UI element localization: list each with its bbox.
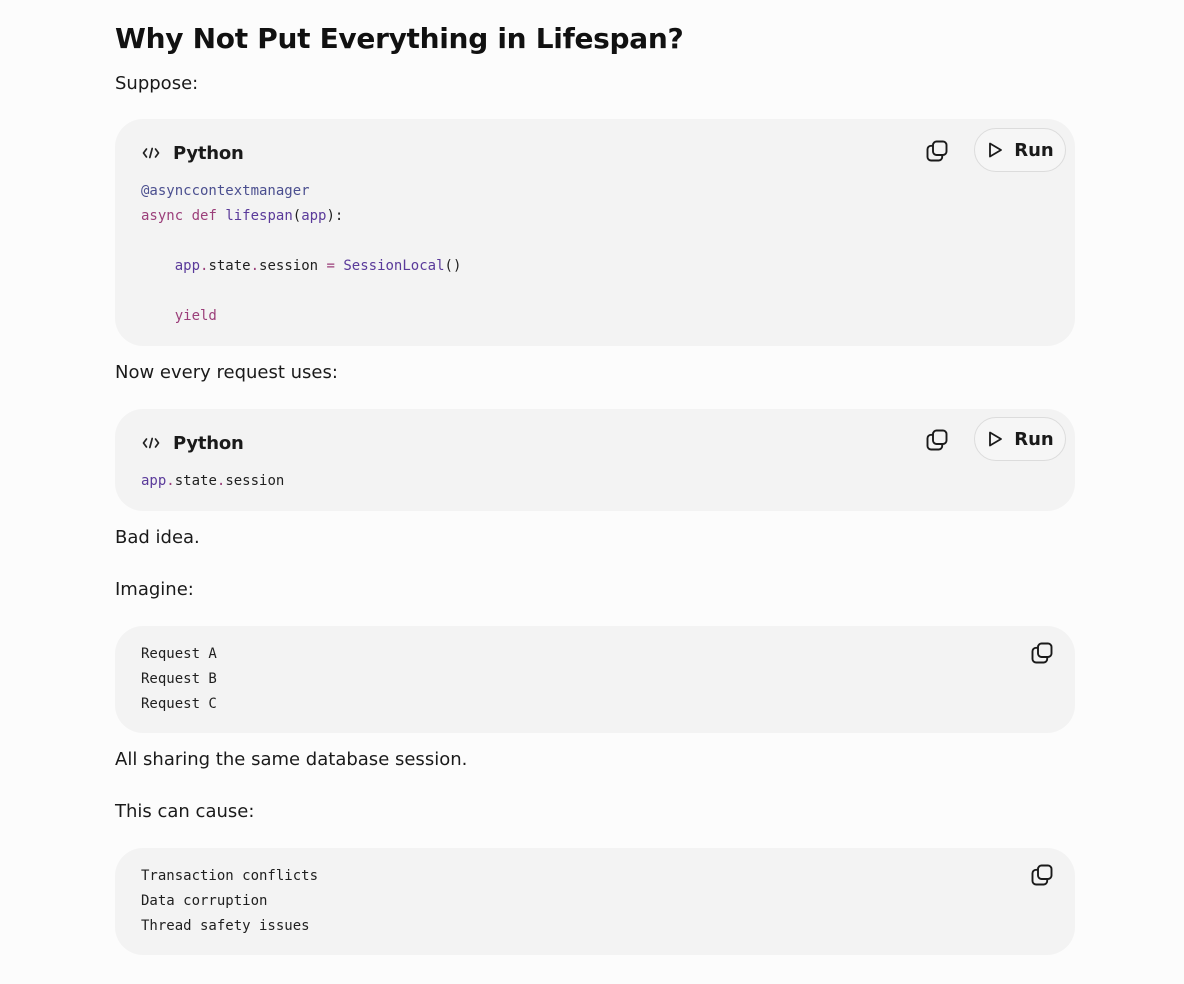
code-line: Thread safety issues [141, 918, 310, 934]
run-label: Run [1014, 428, 1054, 450]
code-block-app-state: Python Run app.state.session [115, 409, 1075, 511]
code-text: app.state.session [141, 469, 284, 494]
code-token: yield [174, 308, 217, 324]
code-token: async [141, 208, 184, 224]
code-line: Request B [141, 671, 217, 687]
code-language-label: Python [173, 142, 244, 164]
section-heading: Why Not Put Everything in Lifespan? [115, 22, 684, 55]
paragraph-all-sharing: All sharing the same database session. [115, 749, 468, 770]
code-token: lifespan [225, 208, 293, 224]
code-line: Data corruption [141, 893, 268, 909]
copy-button[interactable] [922, 425, 952, 455]
code-token: app [141, 473, 167, 489]
code-token: ): [326, 208, 344, 224]
code-token: state [208, 258, 251, 274]
code-token: ( [292, 208, 302, 224]
paragraph-bad-idea: Bad idea. [115, 527, 200, 548]
code-icon [141, 433, 161, 453]
code-token: state [174, 473, 217, 489]
code-block-requests: Request A Request B Request C [115, 626, 1075, 733]
paragraph-imagine: Imagine: [115, 579, 194, 600]
code-line: Request A [141, 646, 217, 662]
code-token: app [301, 208, 327, 224]
copy-icon [926, 429, 948, 451]
copy-icon [926, 140, 948, 162]
code-token: . [166, 473, 175, 489]
code-text: Transaction conflicts Data corruption Th… [141, 864, 318, 939]
paragraph-suppose: Suppose: [115, 73, 199, 94]
code-block-lifespan: Python Run @asynccontextmanager async de… [115, 119, 1075, 346]
code-icon [141, 143, 161, 163]
code-block-header: Python [141, 431, 244, 455]
code-token: session [259, 258, 319, 274]
code-token: () [444, 258, 462, 274]
code-text: @asynccontextmanager async def lifespan(… [141, 179, 461, 329]
copy-button[interactable] [1027, 860, 1057, 890]
code-block-header: Python [141, 141, 244, 165]
copy-button[interactable] [1027, 638, 1057, 668]
code-token: . [250, 258, 260, 274]
code-line: Transaction conflicts [141, 868, 319, 884]
code-token: def [191, 208, 217, 224]
code-token: = [318, 258, 344, 274]
copy-button[interactable] [922, 136, 952, 166]
run-button[interactable]: Run [974, 417, 1066, 461]
run-button[interactable]: Run [974, 128, 1066, 172]
code-token: session [225, 473, 285, 489]
code-line: Request C [141, 696, 217, 712]
code-language-label: Python [173, 432, 244, 454]
copy-icon [1031, 642, 1053, 664]
code-token: SessionLocal [343, 258, 445, 274]
code-token: @asynccontextmanager [141, 183, 310, 199]
play-icon [986, 430, 1004, 448]
copy-icon [1031, 864, 1053, 886]
play-icon [986, 141, 1004, 159]
code-token: app [174, 258, 201, 274]
code-text: Request A Request B Request C [141, 642, 217, 717]
code-block-issues: Transaction conflicts Data corruption Th… [115, 848, 1075, 955]
run-label: Run [1014, 139, 1054, 161]
paragraph-now-every-request: Now every request uses: [115, 362, 338, 383]
paragraph-this-can-cause: This can cause: [115, 801, 255, 822]
